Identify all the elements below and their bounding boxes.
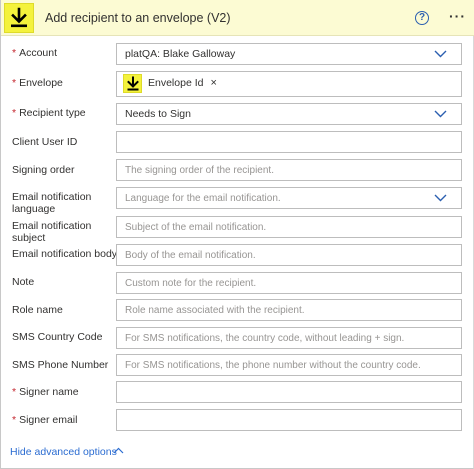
action-card: Add recipient to an envelope (V2) ? ··· … [0,0,474,469]
account-label: * Account [12,47,58,59]
sms-country-code-label: SMS Country Code [12,331,103,343]
client-user-id-label: Client User ID [12,136,78,148]
chevron-down-icon [434,194,447,202]
connector-logo [4,3,34,33]
recipient-type-label: * Recipient type [12,107,86,119]
envelope-label: * Envelope [12,77,63,89]
sms-country-code-placeholder: For SMS notifications, the country code,… [125,333,405,344]
envelope-id-token[interactable]: Envelope Id × [123,73,217,93]
token-label: Envelope Id [148,77,204,89]
role-name-label: Role name [12,304,63,316]
sms-phone-number-label: SMS Phone Number [12,359,109,371]
signer-email-input[interactable] [116,409,462,431]
email-body-placeholder: Body of the email notification. [125,250,256,261]
recipient-type-value: Needs to Sign [125,108,191,120]
account-value: platQA: Blake Galloway [125,48,236,60]
recipient-type-dropdown[interactable]: Needs to Sign [116,103,462,125]
signer-email-label: * Signer email [12,414,78,426]
email-body-input[interactable]: Body of the email notification. [116,244,462,266]
sms-phone-number-input[interactable]: For SMS notifications, the phone number … [116,354,462,376]
hide-advanced-options-link[interactable]: Hide advanced options [10,446,117,458]
token-logo [123,73,142,93]
role-name-input[interactable]: Role name associated with the recipient. [116,299,462,321]
client-user-id-input[interactable] [116,131,462,153]
chevron-down-icon [434,50,447,58]
signing-order-placeholder: The signing order of the recipient. [125,165,274,176]
token-remove-icon[interactable]: × [210,77,216,89]
sms-country-code-input[interactable]: For SMS notifications, the country code,… [116,327,462,349]
email-body-label: Email notification body [12,248,118,260]
signing-order-input[interactable]: The signing order of the recipient. [116,159,462,181]
chevron-up-icon[interactable] [113,447,124,454]
account-dropdown[interactable]: platQA: Blake Galloway [116,43,462,65]
email-subject-placeholder: Subject of the email notification. [125,222,267,233]
download-arrow-icon [11,7,27,28]
email-subject-input[interactable]: Subject of the email notification. [116,216,462,238]
signer-name-input[interactable] [116,381,462,403]
note-input[interactable]: Custom note for the recipient. [116,272,462,294]
signer-name-label: * Signer name [12,386,79,398]
role-name-placeholder: Role name associated with the recipient. [125,305,305,316]
email-subject-label: Email notification subject [12,220,92,244]
help-icon[interactable]: ? [415,11,429,25]
sms-phone-number-placeholder: For SMS notifications, the phone number … [125,360,421,371]
note-placeholder: Custom note for the recipient. [125,278,257,289]
download-arrow-icon [127,76,139,90]
more-options-icon[interactable]: ··· [449,9,466,23]
signing-order-label: Signing order [12,164,75,176]
email-language-label: Email notification language [12,191,92,215]
envelope-input[interactable]: Envelope Id × [116,71,462,97]
card-title: Add recipient to an envelope (V2) [45,11,231,25]
email-language-dropdown[interactable]: Language for the email notification. [116,187,462,209]
chevron-down-icon [434,110,447,118]
card-header[interactable]: Add recipient to an envelope (V2) ? ··· [1,0,474,36]
note-label: Note [12,276,35,288]
email-language-placeholder: Language for the email notification. [125,193,281,204]
